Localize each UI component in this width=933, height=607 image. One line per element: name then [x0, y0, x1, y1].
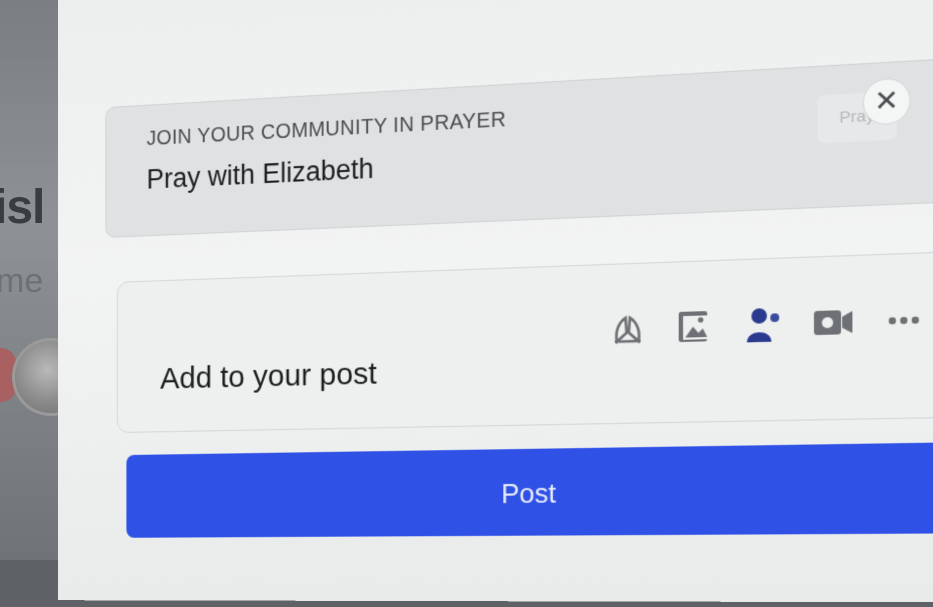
praying-hands-icon[interactable] [606, 306, 649, 350]
live-video-icon[interactable] [811, 300, 856, 345]
prayer-card-heading: JOIN YOUR COMMUNITY IN PRAYER [147, 108, 506, 151]
post-button[interactable]: Post [126, 442, 933, 538]
tag-people-icon[interactable] [741, 302, 786, 347]
photo-icon[interactable] [673, 304, 717, 348]
composer-stage: ☺ JOIN YOUR COMMUNITY IN PRAYER Pray wit… [0, 0, 933, 560]
create-post-dialog: ☺ JOIN YOUR COMMUNITY IN PRAYER Pray wit… [58, 0, 933, 602]
close-icon[interactable]: ✕ [863, 77, 911, 126]
prayer-card: JOIN YOUR COMMUNITY IN PRAYER Pray with … [105, 58, 933, 238]
add-to-post-icons [606, 298, 927, 351]
add-to-post-label: Add to your post [160, 357, 377, 397]
prayer-card-title: Pray with Elizabeth [147, 153, 374, 196]
more-icon[interactable] [881, 298, 927, 344]
add-to-post-bar: Add to your post [117, 251, 933, 433]
